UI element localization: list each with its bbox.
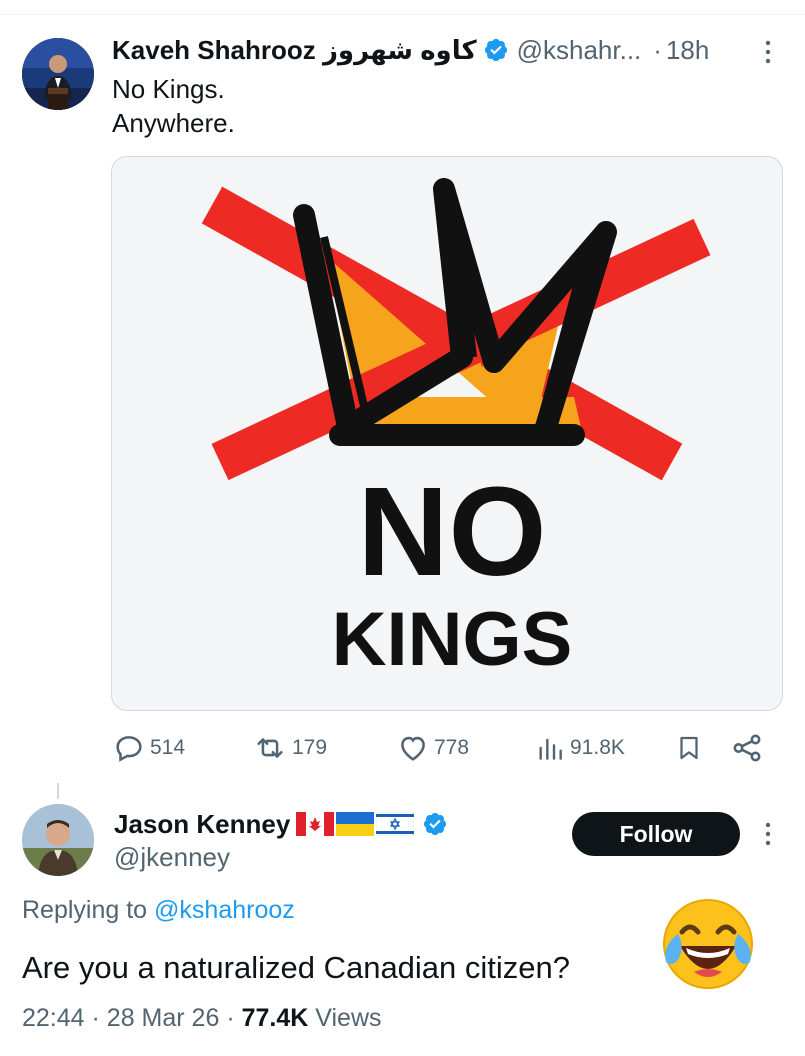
share-icon (733, 734, 761, 762)
face-with-tears-of-joy-icon (656, 896, 760, 992)
reply-count: 514 (150, 736, 186, 759)
separator-dot: · (653, 34, 662, 65)
repost-icon (257, 738, 283, 758)
tweet-text: No Kings. Anywhere. (112, 72, 235, 140)
heart-icon (401, 736, 425, 761)
separator-dot: · (91, 1004, 107, 1032)
tweet-image[interactable]: NO KINGS (111, 156, 783, 711)
replying-mention-link[interactable]: @kshahrooz (154, 896, 295, 924)
reply-header: Jason Kenney (114, 806, 448, 842)
thread-line (57, 783, 59, 799)
more-options-icon[interactable] (758, 820, 778, 848)
separator-dot: · (226, 1004, 242, 1032)
avatar[interactable] (22, 38, 94, 110)
views-count: 91.8K (570, 736, 625, 759)
reply-action[interactable]: 514 (112, 728, 185, 768)
reply-icon (116, 736, 142, 762)
tweet-text-line: Anywhere. (112, 108, 235, 138)
verified-badge-icon (422, 811, 448, 837)
bookmark-icon (680, 736, 698, 760)
follow-button[interactable]: Follow (572, 812, 740, 856)
reply-handle[interactable]: @jkenney (114, 842, 230, 873)
flag-group (296, 812, 416, 836)
like-action[interactable]: 778 (396, 728, 469, 768)
verified-badge-icon (483, 37, 509, 63)
timestamp[interactable]: 18h (666, 35, 709, 66)
like-count: 778 (434, 736, 470, 759)
tweet-text-line: No Kings. (112, 74, 225, 104)
analytics-icon (539, 738, 562, 760)
reply-time[interactable]: 22:44 (22, 1004, 85, 1032)
image-text-no: NO (358, 461, 547, 602)
reply-avatar[interactable] (22, 804, 94, 876)
share-button[interactable] (730, 728, 768, 768)
bookmark-button[interactable] (674, 728, 708, 768)
canada-flag-icon (296, 812, 335, 836)
reply-views-count: 77.4K (241, 1004, 309, 1032)
replying-prefix: Replying to (22, 896, 148, 924)
reply-date[interactable]: 28 Mar 26 (107, 1004, 220, 1032)
reply-views-label: Views (315, 1004, 382, 1032)
reply-metadata: 22:44 · 28 Mar 26 · 77.4K Views (22, 1004, 382, 1033)
tweet-actions: 514 179 778 91.8K (112, 728, 772, 768)
ukraine-flag-icon (336, 812, 375, 836)
views-action[interactable]: 91.8K (534, 728, 625, 768)
tweet-header: Kaveh Shahrooz کاوه شهروز @kshahr... · 1… (112, 32, 752, 68)
replying-to: Replying to @kshahrooz (22, 896, 295, 925)
display-name[interactable]: Kaveh Shahrooz کاوه شهروز (112, 35, 477, 66)
israel-flag-icon (376, 812, 415, 836)
repost-action[interactable]: 179 (252, 728, 327, 768)
repost-count: 179 (292, 736, 328, 759)
reply-text: Are you a naturalized Canadian citizen? (22, 950, 571, 985)
original-tweet[interactable]: Kaveh Shahrooz کاوه شهروز @kshahr... · 1… (0, 0, 805, 790)
reply-display-name[interactable]: Jason Kenney (114, 809, 290, 840)
handle[interactable]: @kshahr... (517, 35, 642, 66)
image-text-kings: KINGS (332, 597, 573, 682)
more-options-icon[interactable] (758, 38, 778, 66)
